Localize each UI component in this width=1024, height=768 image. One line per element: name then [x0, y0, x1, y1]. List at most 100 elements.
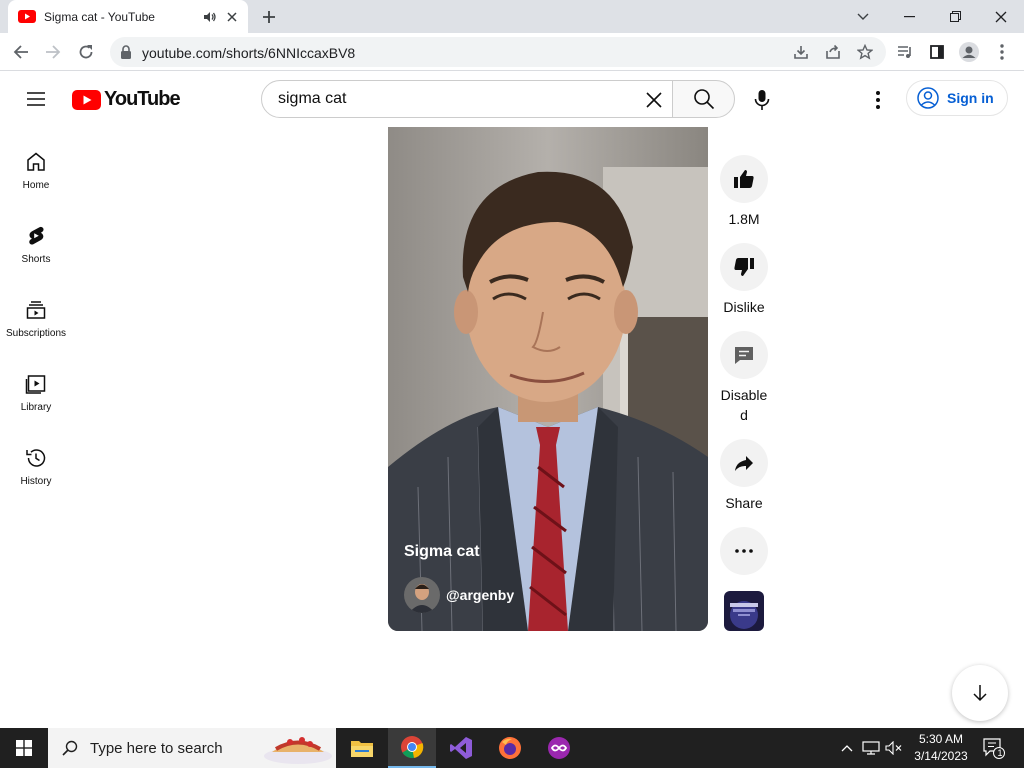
sound-pivot-thumbnail[interactable] [724, 591, 764, 631]
settings-more-icon[interactable] [866, 86, 890, 114]
app-infinity-icon[interactable] [535, 728, 583, 768]
next-short-button[interactable] [952, 665, 1008, 721]
taskbar-clock[interactable]: 5:30 AM 3/14/2023 [906, 731, 976, 765]
notification-center-icon[interactable]: 1 [980, 728, 1008, 768]
video-title[interactable]: Sigma cat [404, 543, 480, 561]
channel-row[interactable]: @argenby [404, 577, 514, 613]
guide-item-shorts[interactable]: Shorts [0, 220, 72, 280]
channel-avatar[interactable] [404, 577, 440, 613]
more-horizontal-icon [735, 549, 753, 553]
account-circle-icon [917, 87, 939, 109]
guide-item-label: Home [22, 180, 50, 191]
subscriptions-icon [24, 298, 48, 322]
pie-day-highlight-icon[interactable] [262, 730, 334, 766]
tab-search-chevron-icon[interactable] [840, 0, 886, 33]
back-button[interactable] [8, 39, 34, 65]
browser-tab[interactable]: Sigma cat - YouTube [8, 0, 248, 33]
share-button[interactable]: Share [720, 439, 768, 513]
comments-label: Disabled [720, 387, 768, 423]
clear-search-icon[interactable] [642, 88, 666, 112]
notification-count-badge: 1 [997, 748, 1003, 758]
media-control-icon[interactable] [892, 39, 918, 65]
restore-button[interactable] [932, 0, 978, 33]
clock-date: 3/14/2023 [914, 749, 968, 763]
forward-button[interactable] [40, 39, 66, 65]
shorts-icon [24, 224, 48, 248]
channel-name[interactable]: @argenby [446, 587, 514, 603]
guide-item-subscriptions[interactable]: Subscriptions [0, 294, 72, 354]
file-explorer-icon[interactable] [338, 728, 386, 768]
comment-icon [733, 344, 755, 366]
guide-menu-icon[interactable] [24, 87, 48, 111]
guide-item-label: Library [20, 402, 52, 413]
volume-muted-icon[interactable] [883, 728, 905, 768]
bookmark-star-icon[interactable] [856, 43, 874, 61]
url-text[interactable]: youtube.com/shorts/6NNIccaxBV8 [142, 45, 355, 61]
reload-button[interactable] [73, 39, 99, 65]
share-arrow-icon [733, 452, 755, 474]
chrome-icon[interactable] [388, 728, 436, 768]
thumbs-down-icon [733, 256, 755, 278]
youtube-masthead: YouTube Sign in [0, 72, 1024, 126]
history-icon [24, 446, 48, 470]
search-box[interactable] [261, 80, 673, 118]
youtube-logo[interactable]: YouTube [72, 88, 181, 111]
guide-item-library[interactable]: Library [0, 368, 72, 428]
browser-toolbar: youtube.com/shorts/6NNIccaxBV8 [0, 33, 1024, 71]
minimize-button[interactable] [886, 0, 932, 33]
shorts-video-player[interactable]: Sigma cat @argenby [388, 127, 708, 631]
close-window-button[interactable] [978, 0, 1024, 33]
browser-tab-strip: Sigma cat - YouTube [0, 0, 1024, 33]
sign-in-button[interactable]: Sign in [906, 80, 1008, 116]
dislike-circle[interactable] [720, 243, 768, 291]
start-button[interactable] [0, 728, 48, 768]
windows-taskbar: Type here to search 5:30 AM 3/14/2023 1 [0, 728, 1024, 768]
search-icon [693, 88, 715, 110]
search-icon [62, 740, 78, 756]
more-actions-circle[interactable] [720, 527, 768, 575]
voice-search-button[interactable] [748, 86, 776, 114]
firefox-icon[interactable] [486, 728, 534, 768]
microphone-icon [754, 89, 770, 111]
network-icon[interactable] [860, 728, 882, 768]
address-bar[interactable]: youtube.com/shorts/6NNIccaxBV8 [110, 37, 886, 67]
install-app-icon[interactable] [792, 43, 810, 61]
tab-close-icon[interactable] [224, 9, 240, 25]
youtube-play-logo-icon [72, 89, 101, 110]
guide-item-label: Subscriptions [5, 328, 67, 339]
youtube-favicon-icon [18, 10, 36, 23]
like-button[interactable]: 1.8M [720, 155, 768, 229]
dislike-button[interactable]: Dislike [720, 243, 768, 317]
guide-item-home[interactable]: Home [0, 146, 72, 206]
like-count: 1.8M [728, 211, 760, 227]
guide-item-label: Shorts [21, 254, 51, 265]
share-page-icon[interactable] [824, 43, 842, 61]
search-input[interactable] [278, 81, 628, 117]
new-tab-button[interactable] [258, 6, 280, 28]
lock-icon[interactable] [120, 45, 132, 59]
youtube-wordmark: YouTube [104, 88, 181, 110]
taskbar-search-placeholder: Type here to search [90, 739, 223, 757]
tab-title: Sigma cat - YouTube [44, 9, 155, 24]
like-circle[interactable] [720, 155, 768, 203]
tab-audio-icon[interactable] [202, 9, 218, 25]
more-actions-button[interactable] [720, 527, 768, 575]
search-button[interactable] [672, 80, 735, 118]
profile-avatar-icon[interactable] [956, 39, 982, 65]
arrow-down-icon [971, 684, 989, 702]
home-icon [24, 150, 48, 174]
taskbar-search-box[interactable]: Type here to search [48, 728, 336, 768]
visual-studio-icon[interactable] [437, 728, 485, 768]
thumbs-up-icon [733, 168, 755, 190]
side-panel-icon[interactable] [924, 39, 950, 65]
library-icon [24, 372, 48, 396]
clock-time: 5:30 AM [918, 732, 964, 746]
windows-logo-icon [16, 740, 32, 756]
comments-circle[interactable] [720, 331, 768, 379]
guide-item-history[interactable]: History [0, 442, 72, 502]
comments-button[interactable]: Disabled [720, 331, 768, 425]
dislike-label: Dislike [723, 299, 765, 315]
browser-menu-icon[interactable] [989, 39, 1015, 65]
share-circle[interactable] [720, 439, 768, 487]
show-hidden-icons-chevron-icon[interactable] [838, 728, 856, 768]
